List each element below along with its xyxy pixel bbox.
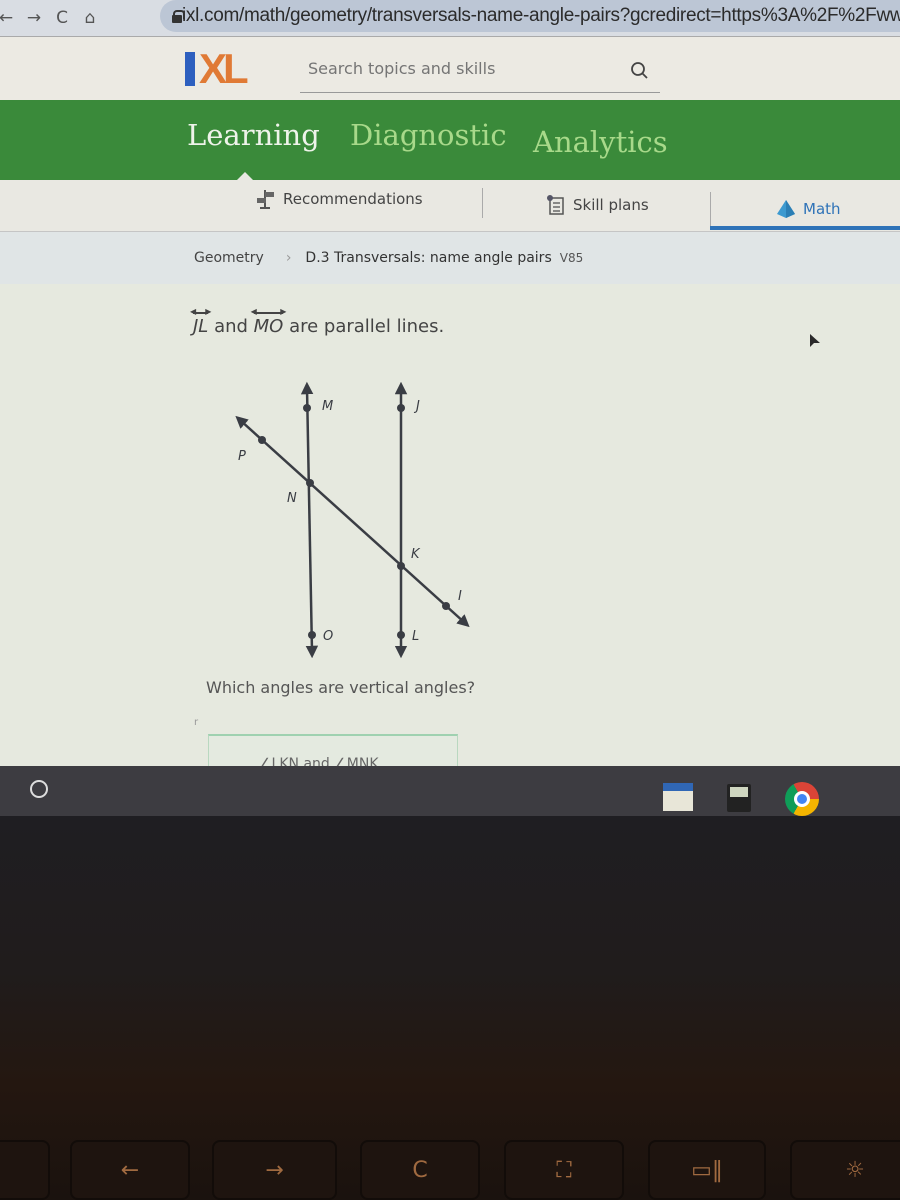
keyboard-key-brightness: ☼	[790, 1140, 900, 1200]
reload-button[interactable]: C	[48, 4, 76, 32]
stray-mark: r	[194, 717, 199, 728]
divider	[482, 188, 483, 218]
mouse-cursor-icon	[810, 334, 820, 347]
breadcrumb-subject[interactable]: Geometry	[194, 250, 264, 266]
arrow-right-icon: ▶	[205, 307, 212, 316]
os-shelf	[0, 766, 900, 816]
sub-nav-label: Skill plans	[573, 196, 649, 214]
question-prompt: Which angles are vertical angles?	[206, 678, 476, 697]
statement-rest: are parallel lines.	[283, 316, 445, 337]
point-p	[258, 436, 266, 444]
breadcrumb-skill: D.3 Transversals: name angle pairs	[305, 250, 552, 266]
geometry-diagram: M J P N K I O L	[235, 381, 470, 659]
point-j	[397, 404, 405, 412]
pyramid-icon	[777, 200, 795, 218]
pearson-app-icon[interactable]	[663, 783, 693, 811]
url-text: ixl.com/math/geometry/transversals-name-…	[182, 5, 900, 26]
label-k: K	[411, 547, 421, 562]
sub-nav-label: Math	[803, 200, 841, 218]
forward-arrow-icon: →	[26, 8, 42, 28]
line-mo-label: MO	[253, 316, 284, 337]
line-mo-shape	[300, 381, 319, 659]
chevron-right-icon: ›	[285, 250, 292, 266]
arrow-left-icon: ◀	[250, 307, 257, 316]
tab-learning[interactable]: Learning	[187, 118, 320, 152]
checklist-icon	[547, 195, 564, 215]
signpost-icon	[257, 190, 274, 209]
sub-nav-skill-plans[interactable]: Skill plans	[545, 194, 649, 216]
keyboard-key-forward: →	[212, 1140, 337, 1200]
label-l: L	[412, 629, 419, 644]
keyboard-key-fullscreen: ⛶	[504, 1140, 624, 1200]
brightness-key-icon: ☼	[845, 1157, 865, 1183]
point-k	[397, 562, 405, 570]
line-jl-label: JL	[193, 316, 209, 337]
search-box	[300, 49, 660, 93]
calculator-app-icon[interactable]	[727, 784, 751, 812]
laptop-screen: ← → C ⌂ ixl.com/math/geometry/transversa…	[0, 0, 900, 768]
search-input[interactable]	[308, 59, 608, 78]
point-i	[442, 602, 450, 610]
point-l	[397, 631, 405, 639]
arrow-left-icon: ◀	[190, 307, 197, 316]
tab-analytics[interactable]: Analytics	[533, 125, 668, 159]
skill-code: V85	[559, 251, 584, 265]
label-o: O	[323, 629, 333, 644]
tab-diagnostic[interactable]: Diagnostic	[350, 118, 507, 152]
point-o	[308, 631, 316, 639]
transversal-pi-shape	[235, 415, 470, 628]
line-jl: ◀ JL ▶	[190, 308, 211, 338]
label-n: N	[287, 491, 297, 506]
sub-nav: Recommendations Skill plans Math	[0, 180, 900, 232]
chrome-app-icon[interactable]	[785, 782, 819, 816]
breadcrumb: Geometry › D.3 Transversals: name angle …	[0, 232, 900, 284]
divider	[710, 192, 711, 226]
question-statement: ◀ JL ▶ and ◀ MO ▶ are parallel lines.	[190, 308, 445, 338]
keyboard-key-esc	[0, 1140, 50, 1200]
site-header: XL	[0, 36, 900, 100]
forward-key-icon: →	[265, 1157, 284, 1183]
answer-choice[interactable]: ∠LKN and ∠MNK	[208, 734, 458, 768]
home-button[interactable]: ⌂	[76, 4, 104, 32]
reload-icon: C	[56, 8, 68, 28]
refresh-key-icon: C	[412, 1157, 428, 1183]
question-area: ◀ JL ▶ and ◀ MO ▶ are parallel lines. M J	[0, 284, 900, 768]
back-button[interactable]: ←	[0, 4, 20, 32]
logo-xl-text: XL	[199, 45, 249, 92]
keyboard-key-overview: ▭‖	[648, 1140, 766, 1200]
point-n	[306, 479, 314, 487]
label-p: P	[238, 449, 246, 464]
and-text: and	[208, 316, 254, 337]
sub-nav-recommendations[interactable]: Recommendations	[255, 188, 423, 210]
search-icon[interactable]	[630, 61, 650, 81]
sub-nav-label: Recommendations	[283, 190, 423, 208]
forward-button[interactable]: →	[20, 4, 48, 32]
keyboard-key-refresh: C	[360, 1140, 480, 1200]
keyboard-key-back: ←	[70, 1140, 190, 1200]
home-icon: ⌂	[84, 8, 96, 28]
overview-key-icon: ▭‖	[691, 1157, 723, 1183]
browser-toolbar: ← → C ⌂ ixl.com/math/geometry/transversa…	[0, 0, 900, 36]
launcher-icon[interactable]	[30, 780, 48, 798]
label-i: I	[458, 589, 462, 604]
logo-i-bar	[185, 52, 195, 86]
back-arrow-icon: ←	[0, 8, 14, 28]
line-mo: ◀ MO ▶	[251, 308, 287, 338]
active-subnav-indicator	[710, 226, 900, 230]
main-nav: Learning Diagnostic Analytics	[0, 100, 900, 181]
label-j: J	[413, 399, 420, 414]
back-key-icon: ←	[120, 1157, 140, 1183]
point-m	[303, 404, 311, 412]
address-bar[interactable]: ixl.com/math/geometry/transversals-name-…	[160, 0, 900, 32]
ixl-logo[interactable]: XL	[185, 45, 249, 92]
arrow-right-icon: ▶	[280, 307, 287, 316]
fullscreen-key-icon: ⛶	[556, 1157, 572, 1183]
label-m: M	[322, 399, 333, 414]
sub-nav-math[interactable]: Math	[775, 198, 841, 220]
